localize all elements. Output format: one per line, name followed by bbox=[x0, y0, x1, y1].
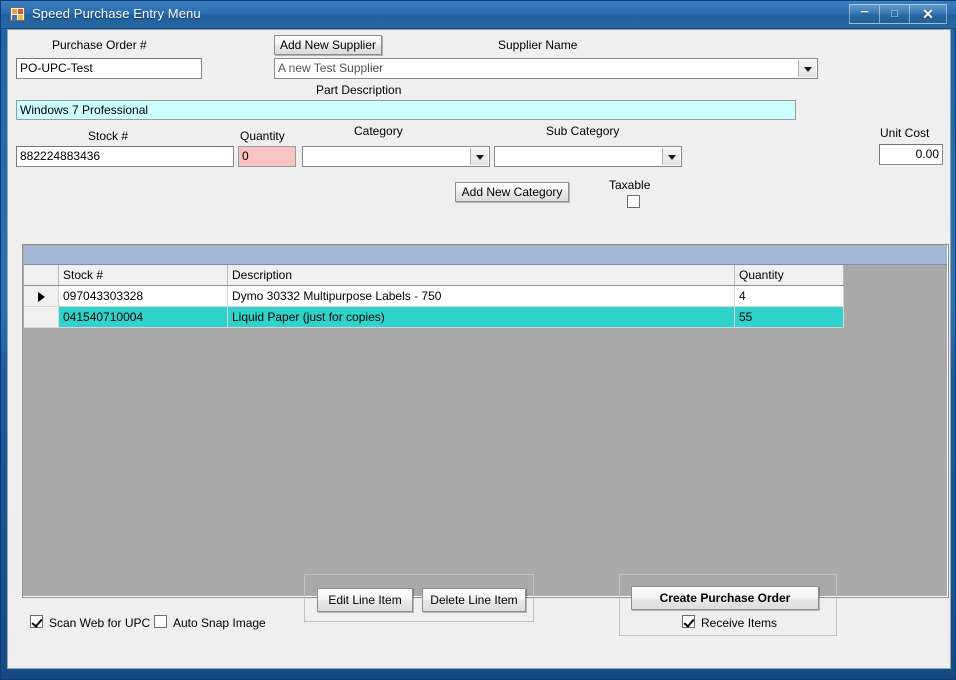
part-description-label: Part Description bbox=[316, 83, 402, 97]
window-title: Speed Purchase Entry Menu bbox=[32, 6, 201, 21]
stock-number-input[interactable]: 882224883436 bbox=[16, 146, 234, 167]
chevron-down-icon[interactable] bbox=[470, 148, 488, 165]
chevron-down-icon[interactable] bbox=[662, 148, 680, 165]
quantity-input[interactable]: 0 bbox=[238, 146, 296, 167]
app-form-icon bbox=[10, 7, 25, 21]
line-item-actions-group: Edit Line Item Delete Line Item bbox=[304, 574, 534, 622]
table-row[interactable]: 097043303328 Dymo 30332 Multipurpose Lab… bbox=[24, 285, 844, 307]
maximize-icon: □ bbox=[891, 8, 898, 20]
stock-number-label: Stock # bbox=[88, 129, 129, 143]
category-combo[interactable] bbox=[302, 146, 490, 167]
taxable-label: Taxable bbox=[609, 178, 651, 192]
supplier-name-value: A new Test Supplier bbox=[278, 61, 384, 75]
taxable-checkbox[interactable] bbox=[627, 195, 640, 208]
supplier-name-label: Supplier Name bbox=[498, 38, 578, 52]
create-purchase-order-group: Create Purchase Order Receive Items bbox=[619, 574, 837, 636]
cell-stock[interactable]: 097043303328 bbox=[58, 285, 228, 307]
sub-category-combo[interactable] bbox=[494, 146, 682, 167]
scan-web-for-upc-checkbox[interactable] bbox=[30, 615, 43, 628]
quantity-label: Quantity bbox=[240, 129, 285, 143]
form-client-area: Purchase Order # PO-UPC-Test Add New Sup… bbox=[7, 29, 951, 669]
column-header-description[interactable]: Description bbox=[227, 265, 735, 286]
auto-snap-image-checkbox[interactable] bbox=[154, 615, 167, 628]
edit-line-item-button[interactable]: Edit Line Item bbox=[317, 588, 413, 612]
sub-category-label: Sub Category bbox=[546, 124, 620, 138]
row-indicator-cell[interactable] bbox=[24, 306, 59, 328]
create-purchase-order-button[interactable]: Create Purchase Order bbox=[631, 586, 819, 610]
cell-stock[interactable]: 041540710004 bbox=[58, 306, 228, 328]
column-header-indicator[interactable] bbox=[24, 265, 59, 286]
chevron-down-icon[interactable] bbox=[798, 60, 816, 77]
row-indicator-cell[interactable] bbox=[24, 285, 59, 307]
receive-items-label: Receive Items bbox=[701, 616, 778, 630]
category-label: Category bbox=[354, 124, 403, 138]
supplier-name-combo[interactable]: A new Test Supplier bbox=[274, 58, 818, 79]
unit-cost-label: Unit Cost bbox=[880, 126, 930, 140]
close-icon: ✕ bbox=[922, 6, 934, 22]
table-row[interactable]: 041540710004 Liquid Paper (just for copi… bbox=[24, 306, 844, 328]
add-new-supplier-button[interactable]: Add New Supplier bbox=[274, 35, 382, 55]
minimize-icon: – bbox=[860, 3, 869, 20]
column-header-stock[interactable]: Stock # bbox=[58, 265, 228, 286]
auto-snap-image-label: Auto Snap Image bbox=[173, 616, 266, 630]
purchase-order-label: Purchase Order # bbox=[52, 38, 147, 52]
grid-caption-bar bbox=[24, 246, 947, 265]
row-indicator-icon bbox=[37, 291, 45, 302]
line-items-grid[interactable]: Stock # Description Quantity 09704330332… bbox=[22, 244, 949, 598]
close-button[interactable]: ✕ bbox=[909, 4, 947, 24]
cell-quantity[interactable]: 55 bbox=[734, 306, 844, 328]
cell-description[interactable]: Liquid Paper (just for copies) bbox=[227, 306, 735, 328]
minimize-button[interactable]: – bbox=[849, 4, 879, 24]
part-description-input[interactable]: Windows 7 Professional bbox=[16, 100, 796, 120]
column-header-quantity[interactable]: Quantity bbox=[734, 265, 844, 286]
unit-cost-input[interactable]: 0.00 bbox=[879, 144, 943, 165]
cell-description[interactable]: Dymo 30332 Multipurpose Labels - 750 bbox=[227, 285, 735, 307]
add-new-category-button[interactable]: Add New Category bbox=[455, 182, 569, 202]
title-bar[interactable]: Speed Purchase Entry Menu – □ ✕ bbox=[1, 1, 956, 29]
scan-web-for-upc-label: Scan Web for UPC bbox=[49, 616, 151, 630]
line-items-table: Stock # Description Quantity 09704330332… bbox=[24, 265, 844, 328]
receive-items-checkbox[interactable] bbox=[682, 615, 695, 628]
application-window: Speed Purchase Entry Menu – □ ✕ Purchase… bbox=[0, 0, 956, 680]
purchase-order-input[interactable]: PO-UPC-Test bbox=[16, 58, 202, 79]
table-header-row: Stock # Description Quantity bbox=[24, 265, 844, 286]
cell-quantity[interactable]: 4 bbox=[734, 285, 844, 307]
maximize-button[interactable]: □ bbox=[879, 4, 909, 24]
delete-line-item-button[interactable]: Delete Line Item bbox=[422, 588, 526, 612]
